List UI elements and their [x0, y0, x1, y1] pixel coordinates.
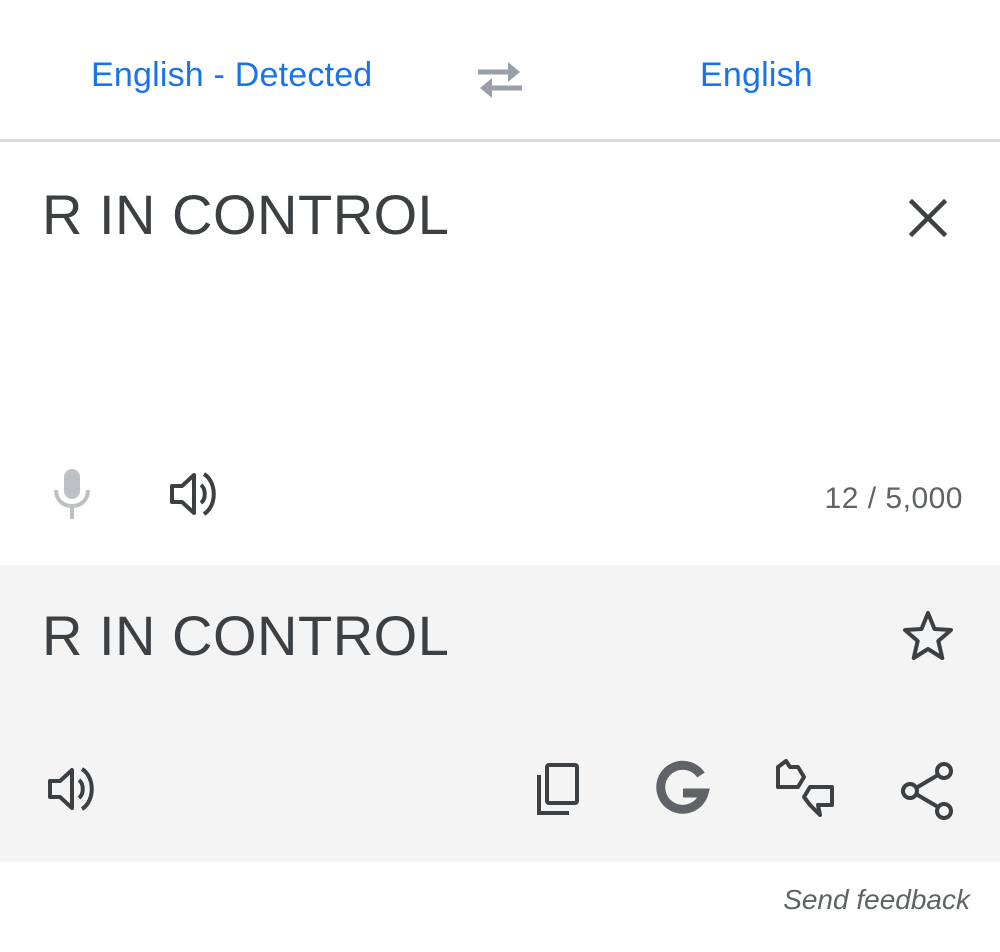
swap-horiz-icon	[472, 56, 528, 102]
listen-translation-button[interactable]	[42, 761, 102, 817]
source-language-button[interactable]: English - Detected	[91, 56, 372, 95]
feedback-icon	[770, 757, 840, 821]
voice-input-button[interactable]	[44, 466, 100, 522]
character-count: 12 / 5,000	[824, 482, 963, 515]
mic-icon	[44, 466, 100, 522]
send-feedback-link[interactable]: Send feedback	[783, 884, 970, 916]
translation-result-panel: R IN CONTROL	[0, 565, 1000, 862]
save-translation-button[interactable]	[898, 607, 958, 665]
source-panel: R IN CONTROL 12 / 5,000	[0, 142, 1000, 565]
swap-languages-button[interactable]	[472, 56, 528, 102]
clear-button[interactable]	[900, 190, 956, 246]
target-language-button[interactable]: English	[700, 56, 813, 95]
share-button[interactable]	[898, 761, 958, 821]
copy-button[interactable]	[530, 761, 586, 819]
google-icon	[651, 759, 713, 821]
source-text-input[interactable]: R IN CONTROL	[42, 182, 449, 247]
share-icon	[898, 761, 958, 821]
listen-source-button[interactable]	[164, 466, 224, 522]
star-outline-icon	[898, 607, 958, 665]
copy-icon	[530, 761, 586, 819]
rate-translation-button[interactable]	[770, 757, 840, 821]
volume-icon	[164, 466, 224, 522]
close-icon	[900, 190, 956, 246]
volume-icon	[42, 761, 102, 817]
language-bar: English - Detected English	[0, 0, 1000, 142]
search-google-button[interactable]	[651, 759, 713, 821]
translation-text: R IN CONTROL	[42, 604, 450, 667]
